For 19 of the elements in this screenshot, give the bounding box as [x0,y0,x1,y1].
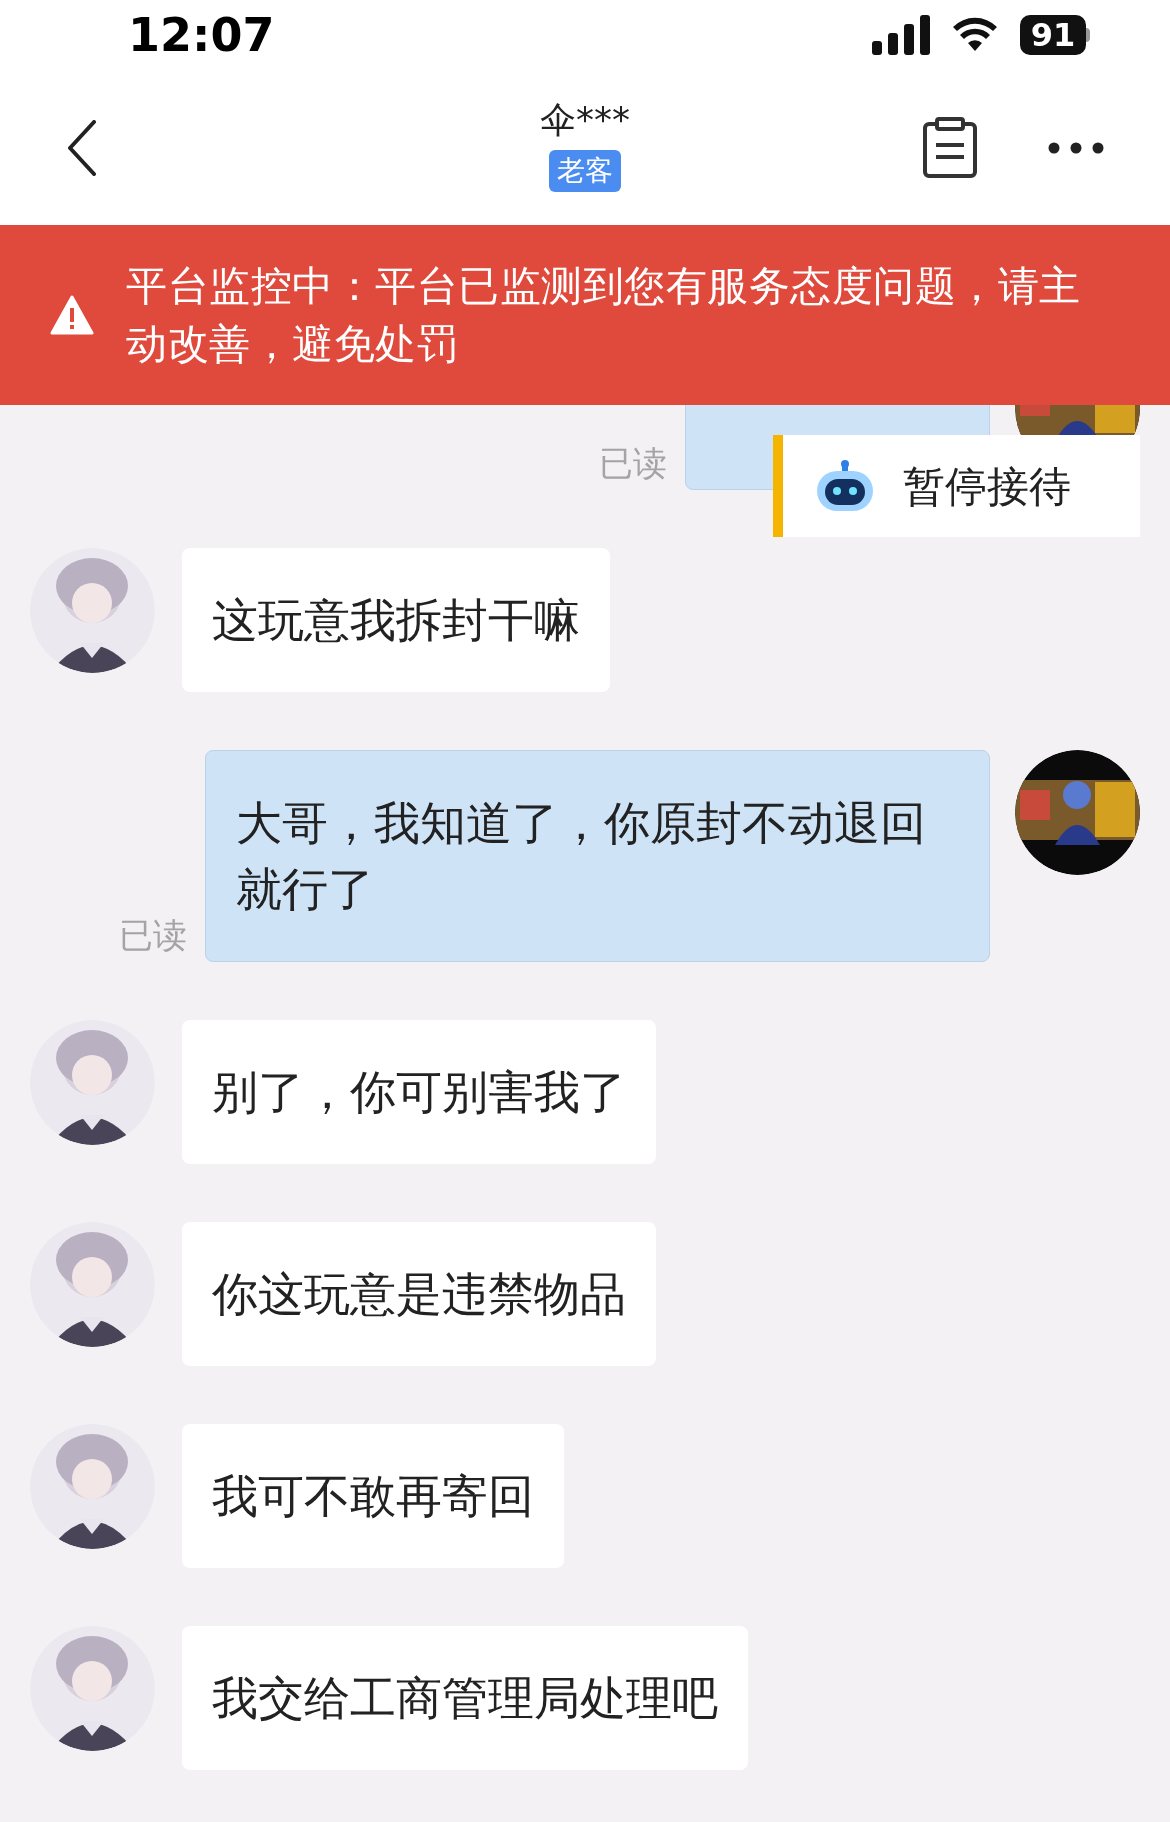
clipboard-icon[interactable] [922,116,978,179]
customer-tag: 老客 [549,150,621,192]
warning-icon [50,295,94,335]
message-bubble: 我交给工商管理局处理吧 [182,1626,748,1770]
message-bubble: 大哥，我知道了，你原封不动退回就行了 [205,750,990,962]
pause-reception-button[interactable]: 暂停接待 [773,435,1140,537]
back-icon[interactable] [66,119,98,176]
contact-name: 伞*** [540,98,630,142]
message-bubble: 你这玩意是违禁物品 [182,1222,656,1366]
read-receipt: 已读 [119,914,187,957]
message-bubble: 这玩意我拆封干嘛 [182,548,610,692]
signal-icon [872,15,930,55]
message-bubble: 我可不敢再寄回 [182,1424,564,1568]
more-icon[interactable] [1048,141,1104,154]
status-time: 12:07 [128,12,275,58]
message-bubble: 别了，你可别害我了 [182,1020,656,1164]
wifi-icon [952,17,998,53]
warning-text: 平台监控中：平台已监测到您有服务态度问题，请主动改善，避免处罚 [126,261,1082,370]
read-receipt: 已读 [599,442,667,485]
